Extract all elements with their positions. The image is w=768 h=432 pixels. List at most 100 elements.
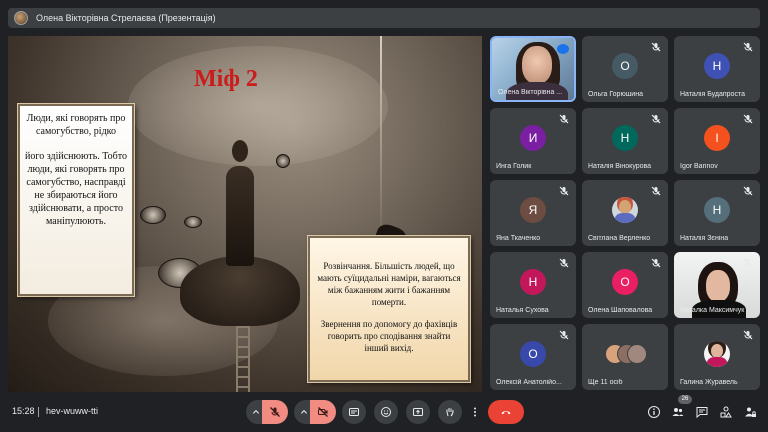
participant-tile[interactable]: Світлана Верленко bbox=[582, 180, 668, 246]
host-controls-button[interactable] bbox=[742, 404, 758, 420]
mic-off-icon bbox=[743, 114, 753, 124]
activities-button[interactable] bbox=[718, 404, 734, 420]
participant-tile[interactable]: О Ольга Горюшина bbox=[582, 36, 668, 102]
captions-icon bbox=[349, 408, 359, 416]
more-icon bbox=[474, 407, 476, 417]
participant-tile[interactable]: Н Наталія Вінокурова bbox=[582, 108, 668, 174]
mic-off-indicator bbox=[651, 114, 661, 124]
mic-off-indicator bbox=[559, 186, 569, 196]
participant-name: Ще 11 осіб bbox=[588, 379, 623, 386]
participant-tile[interactable]: Н Наталія Будапроста bbox=[674, 36, 760, 102]
mic-off-indicator bbox=[651, 42, 661, 52]
avatar: Н bbox=[704, 53, 730, 79]
presentation-stage: Міф 2 Люди, які говорять про самогубство… bbox=[8, 36, 482, 392]
mic-off-icon bbox=[559, 258, 569, 268]
avatar: О bbox=[612, 53, 638, 79]
slide-figure-head bbox=[232, 140, 248, 162]
slide-ladder bbox=[236, 316, 250, 392]
present-icon bbox=[413, 408, 423, 416]
myth-text-1: Люди, які говорять про самогубство, рідк… bbox=[26, 113, 126, 137]
slide-floating-rock bbox=[180, 256, 300, 326]
mic-off-icon bbox=[270, 407, 280, 417]
participant-tile[interactable]: Я Яна Ткаченко bbox=[490, 180, 576, 246]
mic-off-icon bbox=[743, 186, 753, 196]
avatar: Я bbox=[520, 197, 546, 223]
mic-off-indicator bbox=[743, 330, 753, 340]
mic-off-indicator bbox=[559, 258, 569, 268]
mic-off-icon bbox=[651, 42, 661, 52]
participant-name: Наталья Сухова bbox=[496, 307, 549, 314]
mic-off-indicator bbox=[743, 186, 753, 196]
participant-tile[interactable]: Н Наталія Зєніна bbox=[674, 180, 760, 246]
participant-name: Igor Barinov bbox=[680, 163, 718, 170]
avatar bbox=[704, 341, 730, 367]
mic-off-indicator bbox=[743, 258, 753, 268]
present-button[interactable] bbox=[406, 400, 430, 424]
mic-off-indicator bbox=[651, 186, 661, 196]
speaking-indicator-icon bbox=[557, 44, 569, 54]
participant-name: Наталія Будапроста bbox=[680, 91, 745, 98]
mic-off-icon bbox=[651, 114, 661, 124]
chat-button[interactable] bbox=[694, 404, 710, 420]
slide-clock bbox=[184, 216, 202, 228]
participant-tile[interactable]: Н Наталья Сухова bbox=[490, 252, 576, 318]
more-options-button[interactable] bbox=[466, 400, 484, 424]
participant-tile[interactable]: Галина Журавель bbox=[674, 324, 760, 390]
presenter-title: Олена Вікторівна Стрелаєва (Презентація) bbox=[36, 13, 216, 23]
mic-toggle-button[interactable] bbox=[262, 400, 288, 424]
participant-tile[interactable]: И Инга Голик bbox=[490, 108, 576, 174]
chevron-up-icon bbox=[252, 409, 260, 414]
avatar bbox=[612, 197, 638, 223]
mic-off-indicator bbox=[743, 42, 753, 52]
avatar: О bbox=[520, 341, 546, 367]
participant-tile[interactable]: О Олексій Анатолійо... bbox=[490, 324, 576, 390]
mic-off-indicator bbox=[651, 258, 661, 268]
participant-name: Олексій Анатолійо... bbox=[496, 379, 562, 386]
participant-tile[interactable]: Ще 11 осіб bbox=[582, 324, 668, 390]
raise-hand-button[interactable] bbox=[438, 400, 462, 424]
participant-name: Світлана Верленко bbox=[588, 235, 651, 242]
chat-icon bbox=[696, 407, 708, 419]
slide-rope bbox=[380, 36, 382, 226]
slide-debunk-card: Розвінчання. Більшість людей, що мають с… bbox=[308, 236, 470, 382]
people-button[interactable] bbox=[670, 404, 686, 420]
participant-name: Наталка Максимчук bbox=[680, 307, 745, 314]
end-call-icon bbox=[501, 411, 511, 415]
participant-tile[interactable]: I Igor Barinov bbox=[674, 108, 760, 174]
emoji-button[interactable] bbox=[374, 400, 398, 424]
activities-icon bbox=[720, 406, 732, 418]
leave-call-button[interactable] bbox=[488, 400, 524, 424]
captions-button[interactable] bbox=[342, 400, 366, 424]
slide-clock bbox=[276, 154, 290, 168]
avatar: И bbox=[520, 125, 546, 151]
avatar-stack bbox=[605, 342, 647, 366]
emoji-icon bbox=[381, 407, 391, 417]
participant-tile[interactable]: О Олена Шаповалова bbox=[582, 252, 668, 318]
slide-title: Міф 2 bbox=[194, 66, 258, 92]
mic-off-indicator bbox=[559, 330, 569, 340]
raise-hand-icon bbox=[446, 408, 454, 417]
meeting-details-button[interactable] bbox=[646, 404, 662, 420]
participant-name: Олена Вікторівна ... bbox=[498, 89, 563, 96]
participant-tile[interactable]: Олена Вікторівна ... bbox=[490, 36, 576, 102]
participant-name: Олена Шаповалова bbox=[588, 307, 653, 314]
avatar: Н bbox=[704, 197, 730, 223]
mic-off-icon bbox=[559, 186, 569, 196]
clock-time: 15:28 bbox=[12, 406, 35, 416]
meeting-code: hev-wuww-tti bbox=[46, 406, 99, 416]
participant-tile[interactable]: Наталка Максимчук bbox=[674, 252, 760, 318]
presenter-bar: Олена Вікторівна Стрелаєва (Презентація) bbox=[8, 8, 760, 28]
debunk-text-1: Розвінчання. Більшість людей, що мають с… bbox=[317, 261, 461, 307]
mic-off-icon bbox=[559, 330, 569, 340]
mic-off-icon bbox=[743, 330, 753, 340]
avatar: I bbox=[704, 125, 730, 151]
camera-off-icon bbox=[318, 407, 328, 417]
participant-name: Наталія Вінокурова bbox=[588, 163, 652, 170]
avatar: Н bbox=[520, 269, 546, 295]
camera-toggle-button[interactable] bbox=[310, 400, 336, 424]
mic-off-icon bbox=[743, 42, 753, 52]
slide-myth-card: Люди, які говорять про самогубство, рідк… bbox=[18, 104, 134, 296]
mic-off-icon bbox=[559, 114, 569, 124]
avatar: Н bbox=[612, 125, 638, 151]
lock-person-icon bbox=[745, 407, 756, 417]
